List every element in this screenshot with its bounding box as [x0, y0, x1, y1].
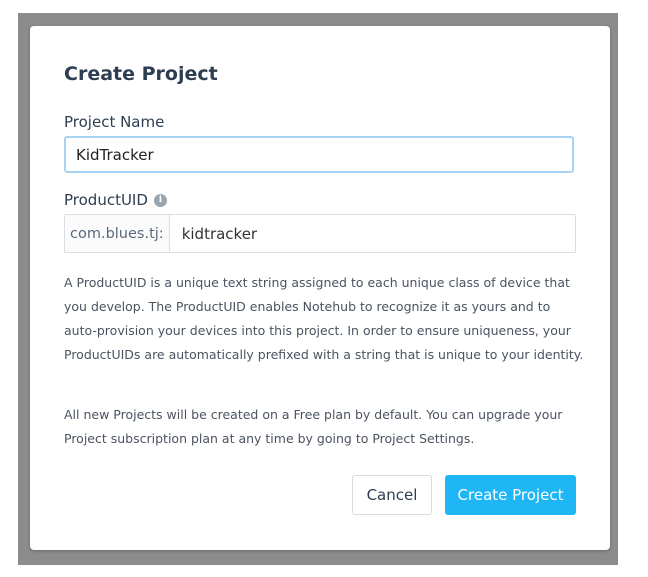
product-uid-field: com.blues.tj: — [64, 214, 576, 253]
cancel-button[interactable]: Cancel — [352, 475, 432, 515]
create-project-button[interactable]: Create Project — [445, 475, 576, 515]
product-uid-label: ProductUID — [64, 191, 148, 209]
dialog-title: Create Project — [64, 63, 218, 85]
product-uid-prefix: com.blues.tj: — [65, 215, 170, 252]
plan-description: All new Projects will be created on a Fr… — [64, 407, 563, 446]
product-uid-input[interactable] — [169, 215, 575, 252]
create-project-dialog: Create Project Project Name ProductUID i… — [30, 26, 610, 550]
product-uid-description: A ProductUID is a unique text string ass… — [64, 275, 584, 362]
info-icon[interactable]: i — [153, 193, 167, 207]
product-uid-label-row: ProductUID i — [64, 191, 167, 209]
project-name-label: Project Name — [64, 113, 165, 131]
project-name-input[interactable] — [64, 136, 574, 173]
